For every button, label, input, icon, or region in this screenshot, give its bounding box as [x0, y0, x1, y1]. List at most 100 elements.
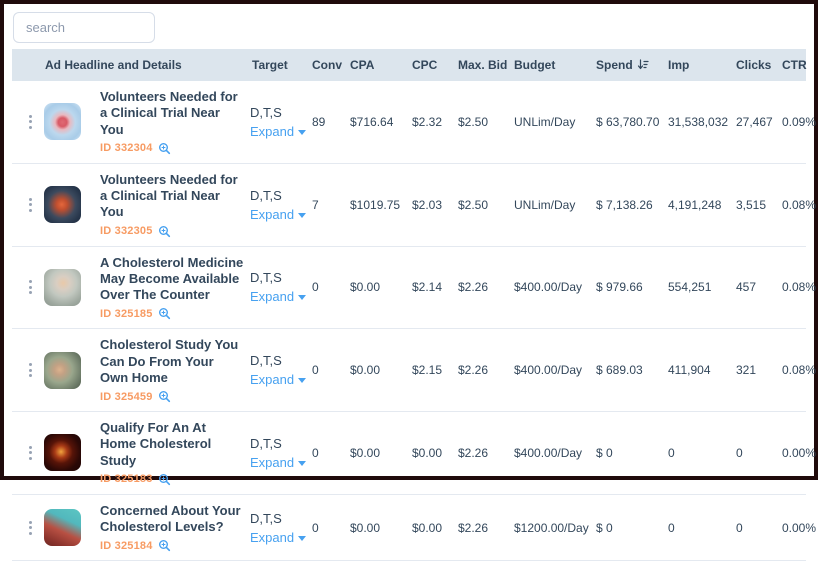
- spend-value: $ 979.66: [594, 280, 666, 294]
- ad-thumbnail: [44, 509, 81, 546]
- row-menu-button[interactable]: [12, 412, 42, 494]
- chevron-down-icon: [298, 536, 306, 541]
- spend-value: $ 7,138.26: [594, 198, 666, 212]
- cpc-value: $0.00: [410, 521, 456, 535]
- cpa-value: $0.00: [348, 446, 410, 460]
- zoom-preview-icon[interactable]: [158, 473, 171, 486]
- budget-value: $1200.00/Day: [512, 521, 594, 535]
- table-header-row: Ad Headline and Details Target Conv CPA …: [12, 49, 806, 81]
- budget-value: $400.00/Day: [512, 363, 594, 377]
- imp-value: 554,251: [666, 280, 734, 294]
- expand-toggle[interactable]: Expand: [250, 207, 310, 222]
- table-row: Concerned About Your Cholesterol Levels?…: [12, 495, 806, 561]
- column-header-spend-label: Spend: [596, 58, 633, 72]
- expand-label: Expand: [250, 289, 294, 304]
- target-value: D,T,S: [250, 436, 310, 451]
- ad-headline[interactable]: Concerned About Your Cholesterol Levels?: [100, 503, 244, 536]
- expand-toggle[interactable]: Expand: [250, 455, 310, 470]
- chevron-down-icon: [298, 295, 306, 300]
- spend-value: $ 63,780.70: [594, 115, 666, 129]
- conv-value: 7: [310, 198, 348, 212]
- clicks-value: 457: [734, 280, 780, 294]
- max-bid-value: $2.26: [456, 521, 512, 535]
- ctr-value: 0.08%: [780, 198, 818, 212]
- ad-id-label: ID 325184: [100, 540, 153, 552]
- column-header-ctr[interactable]: CTR: [780, 58, 809, 72]
- chevron-down-icon: [298, 130, 306, 135]
- clicks-value: 27,467: [734, 115, 780, 129]
- row-menu-button[interactable]: [12, 164, 42, 246]
- row-menu-button[interactable]: [12, 247, 42, 329]
- expand-label: Expand: [250, 455, 294, 470]
- expand-toggle[interactable]: Expand: [250, 530, 310, 545]
- zoom-preview-icon[interactable]: [158, 307, 171, 320]
- column-header-cpc[interactable]: CPC: [410, 58, 456, 72]
- column-header-spend[interactable]: Spend: [594, 58, 666, 72]
- conv-value: 89: [310, 115, 348, 129]
- cpa-value: $1019.75: [348, 198, 410, 212]
- ad-headline[interactable]: Volunteers Needed for a Clinical Trial N…: [100, 172, 244, 221]
- cpa-value: $716.64: [348, 115, 410, 129]
- ad-id-label: ID 325459: [100, 391, 153, 403]
- cpc-value: $2.03: [410, 198, 456, 212]
- ad-thumbnail: [44, 103, 81, 140]
- ad-id-label: ID 325185: [100, 308, 153, 320]
- column-header-target[interactable]: Target: [250, 58, 310, 72]
- column-header-conv[interactable]: Conv: [310, 58, 348, 72]
- budget-value: UNLim/Day: [512, 115, 594, 129]
- ad-thumbnail: [44, 352, 81, 389]
- chevron-down-icon: [298, 461, 306, 466]
- column-header-budget[interactable]: Budget: [512, 58, 594, 72]
- spend-value: $ 0: [594, 521, 666, 535]
- ad-id-label: ID 325183: [100, 473, 153, 485]
- expand-toggle[interactable]: Expand: [250, 124, 310, 139]
- zoom-preview-icon[interactable]: [158, 225, 171, 238]
- ad-headline[interactable]: A Cholesterol Medicine May Become Availa…: [100, 255, 244, 304]
- target-value: D,T,S: [250, 511, 310, 526]
- ad-headline[interactable]: Qualify For An At Home Cholesterol Study: [100, 420, 244, 469]
- max-bid-value: $2.50: [456, 198, 512, 212]
- budget-value: $400.00/Day: [512, 446, 594, 460]
- search-input[interactable]: [13, 12, 155, 43]
- imp-value: 0: [666, 446, 734, 460]
- row-menu-button[interactable]: [12, 329, 42, 411]
- column-header-max-bid[interactable]: Max. Bid: [456, 58, 512, 72]
- column-header-imp[interactable]: Imp: [666, 58, 734, 72]
- ad-id-label: ID 332304: [100, 142, 153, 154]
- cpa-value: $0.00: [348, 363, 410, 377]
- ad-headline[interactable]: Cholesterol Study You Can Do From Your O…: [100, 337, 244, 386]
- ctr-value: 0.00%: [780, 446, 818, 460]
- max-bid-value: $2.50: [456, 115, 512, 129]
- expand-label: Expand: [250, 530, 294, 545]
- ads-table: Ad Headline and Details Target Conv CPA …: [12, 49, 806, 561]
- ad-thumbnail: [44, 269, 81, 306]
- expand-label: Expand: [250, 372, 294, 387]
- column-header-ad[interactable]: Ad Headline and Details: [42, 58, 250, 72]
- ad-thumbnail: [44, 434, 81, 471]
- budget-value: $400.00/Day: [512, 280, 594, 294]
- zoom-preview-icon[interactable]: [158, 390, 171, 403]
- row-menu-button[interactable]: [12, 81, 42, 163]
- expand-toggle[interactable]: Expand: [250, 289, 310, 304]
- table-row: Volunteers Needed for a Clinical Trial N…: [12, 164, 806, 247]
- column-header-clicks[interactable]: Clicks: [734, 58, 780, 72]
- target-value: D,T,S: [250, 270, 310, 285]
- chevron-down-icon: [298, 378, 306, 383]
- row-menu-button[interactable]: [12, 495, 42, 561]
- expand-toggle[interactable]: Expand: [250, 372, 310, 387]
- expand-label: Expand: [250, 124, 294, 139]
- clicks-value: 3,515: [734, 198, 780, 212]
- column-header-cpa[interactable]: CPA: [348, 58, 410, 72]
- ad-id-label: ID 332305: [100, 225, 153, 237]
- chevron-down-icon: [298, 213, 306, 218]
- zoom-preview-icon[interactable]: [158, 142, 171, 155]
- sort-amount-down-icon: [637, 59, 649, 71]
- conv-value: 0: [310, 363, 348, 377]
- table-row: Qualify For An At Home Cholesterol Study…: [12, 412, 806, 495]
- spend-value: $ 689.03: [594, 363, 666, 377]
- ad-thumbnail: [44, 186, 81, 223]
- zoom-preview-icon[interactable]: [158, 539, 171, 552]
- ad-headline[interactable]: Volunteers Needed for a Clinical Trial N…: [100, 89, 244, 138]
- table-row: A Cholesterol Medicine May Become Availa…: [12, 247, 806, 330]
- cpc-value: $2.15: [410, 363, 456, 377]
